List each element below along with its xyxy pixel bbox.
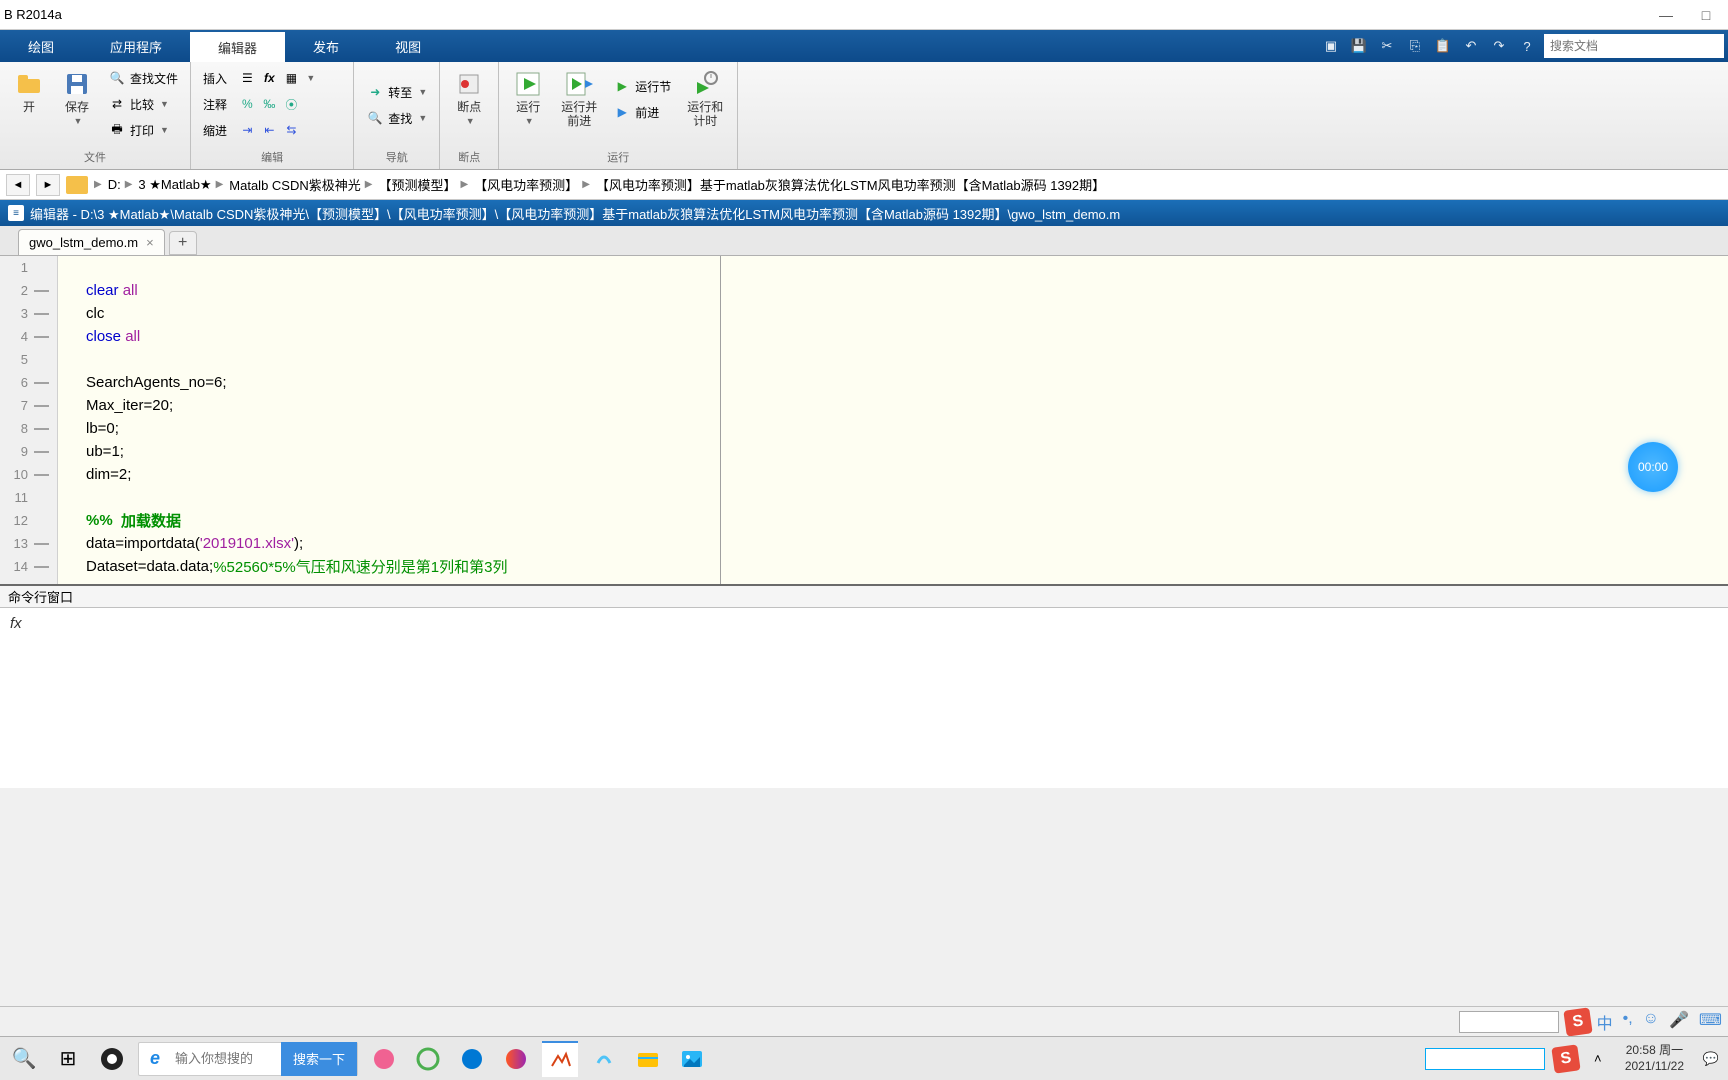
- edge-legacy-icon[interactable]: [410, 1041, 446, 1077]
- obs-icon[interactable]: [94, 1041, 130, 1077]
- group-label-file: 文件: [8, 147, 182, 169]
- notifications-icon[interactable]: 💬: [1700, 1048, 1722, 1070]
- keyboard-icon[interactable]: ⌨: [1699, 1010, 1722, 1034]
- lang-indicator[interactable]: 中: [1597, 1010, 1613, 1034]
- quick-access-toolbar: ▣ 💾 ✂ ⎘ 📋 ↶ ↷ ?: [1320, 30, 1728, 62]
- help-icon[interactable]: ?: [1516, 35, 1538, 57]
- save-icon[interactable]: 💾: [1348, 35, 1370, 57]
- browser-icon[interactable]: [498, 1041, 534, 1077]
- matlab-icon[interactable]: [542, 1041, 578, 1077]
- tab-editor[interactable]: 编辑器: [190, 30, 285, 62]
- file-tabbar: gwo_lstm_demo.m × +: [0, 226, 1728, 256]
- crumb-5[interactable]: 【风电功率预测】基于matlab灰狼算法优化LSTM风电功率预测【含Matlab…: [596, 175, 1105, 194]
- tray-up-icon[interactable]: ˄: [1587, 1048, 1609, 1070]
- app-icon-1[interactable]: [366, 1041, 402, 1077]
- address-bar: ◄ ► ▶ D:▶ 3 ★Matlab★▶ Matalb CSDN紫极神光▶ 【…: [0, 170, 1728, 200]
- timer-badge[interactable]: 00:00: [1628, 442, 1678, 492]
- add-tab-button[interactable]: +: [169, 231, 197, 255]
- emoji-icon[interactable]: ☺: [1643, 1010, 1659, 1034]
- crumb-2[interactable]: Matalb CSDN紫极神光▶: [229, 175, 372, 194]
- open-button[interactable]: 开: [8, 66, 50, 118]
- crumb-3[interactable]: 【预测模型】▶: [378, 175, 468, 194]
- app-icon-2[interactable]: [586, 1041, 622, 1077]
- code-content[interactable]: clear all clc close all SearchAgents_no=…: [58, 256, 1728, 584]
- task-view-icon[interactable]: ⊞: [50, 1041, 86, 1077]
- compare-button[interactable]: ⇄比较▼: [104, 92, 182, 116]
- titlebar: B R2014a — □: [0, 0, 1728, 30]
- command-prompt: fx: [10, 615, 22, 632]
- ie-icon: e: [139, 1048, 171, 1069]
- editor-title-text: 编辑器 - D:\3 ★Matlab★\Matalb CSDN紫极神光\【预测模…: [30, 204, 1120, 223]
- status-field[interactable]: [1459, 1011, 1559, 1033]
- tab-view[interactable]: 视图: [367, 30, 449, 62]
- group-label-run: 运行: [507, 147, 729, 169]
- paste-icon[interactable]: 📋: [1432, 35, 1454, 57]
- status-bar: S 中 •, ☺ 🎤 ⌨: [0, 1006, 1728, 1036]
- run-section-button[interactable]: ▶运行节: [609, 74, 675, 98]
- tray-ime-badge[interactable]: S: [1551, 1044, 1580, 1073]
- search-docs-input[interactable]: [1544, 34, 1724, 58]
- folder-icon: [66, 176, 88, 194]
- file-tab[interactable]: gwo_lstm_demo.m ×: [18, 229, 165, 255]
- ribbon-tabs: 绘图 应用程序 编辑器 发布 视图 ▣ 💾 ✂ ⎘ 📋 ↶ ↷ ?: [0, 30, 1728, 62]
- tray-input[interactable]: [1425, 1048, 1545, 1070]
- insert-button[interactable]: 插入 ☰fx▦▼: [199, 66, 319, 90]
- redo-icon[interactable]: ↷: [1488, 35, 1510, 57]
- find-files-button[interactable]: 🔍查找文件: [104, 66, 182, 90]
- ime-badge[interactable]: S: [1563, 1007, 1592, 1036]
- gutter: 1 2— 3— 4— 5 6— 7— 8— 9— 10— 11 12 13— 1…: [0, 256, 58, 584]
- command-window[interactable]: fx: [0, 608, 1728, 788]
- tab-apps[interactable]: 应用程序: [82, 30, 190, 62]
- run-button[interactable]: 运行▼: [507, 66, 549, 130]
- crumb-1[interactable]: 3 ★Matlab★▶: [138, 177, 223, 193]
- ribbon-body: 开 保存▼ 🔍查找文件 ⇄比较▼ 🖶打印▼ 文件 插入 ☰fx▦▼ 注释 %‰⦿…: [0, 62, 1728, 170]
- tab-plot[interactable]: 绘图: [0, 30, 82, 62]
- forward-button[interactable]: ►: [36, 174, 60, 196]
- taskbar-search[interactable]: e 搜索一下: [138, 1042, 358, 1076]
- copy-icon[interactable]: ⎘: [1404, 35, 1426, 57]
- search-icon[interactable]: 🔍: [6, 1041, 42, 1077]
- tab-publish[interactable]: 发布: [285, 30, 367, 62]
- breakpoints-button[interactable]: 断点▼: [448, 66, 490, 130]
- group-label-nav: 导航: [362, 147, 431, 169]
- taskbar-search-input[interactable]: [171, 1051, 281, 1066]
- explorer-icon[interactable]: [630, 1041, 666, 1077]
- indent-button[interactable]: 缩进 ⇥⇤⇆: [199, 118, 319, 142]
- group-label-bp: 断点: [448, 147, 490, 169]
- group-label-edit: 编辑: [199, 147, 345, 169]
- cut-icon[interactable]: ✂: [1376, 35, 1398, 57]
- undo-icon[interactable]: ↶: [1460, 35, 1482, 57]
- maximize-button[interactable]: □: [1696, 5, 1716, 25]
- edge-icon[interactable]: [454, 1041, 490, 1077]
- taskbar: 🔍 ⊞ e 搜索一下 S ˄ 20:58 周一 2021/11/22 💬: [0, 1036, 1728, 1080]
- goto-button[interactable]: ➜转至▼: [362, 80, 431, 104]
- run-advance-button[interactable]: 运行并 前进: [555, 66, 603, 133]
- back-button[interactable]: ◄: [6, 174, 30, 196]
- editor-title-bar: ≡ 编辑器 - D:\3 ★Matlab★\Matalb CSDN紫极神光\【预…: [0, 200, 1728, 226]
- photos-icon[interactable]: [674, 1041, 710, 1077]
- taskbar-search-button[interactable]: 搜索一下: [281, 1042, 357, 1076]
- close-tab-icon[interactable]: ×: [146, 235, 154, 250]
- run-time-button[interactable]: 运行和 计时: [681, 66, 729, 133]
- code-editor[interactable]: 1 2— 3— 4— 5 6— 7— 8— 9— 10— 11 12 13— 1…: [0, 256, 1728, 586]
- crumb-4[interactable]: 【风电功率预测】▶: [474, 175, 590, 194]
- minimize-button[interactable]: —: [1656, 5, 1676, 25]
- comment-button[interactable]: 注释 %‰⦿: [199, 92, 319, 116]
- command-window-title: 命令行窗口: [0, 586, 1728, 608]
- find-button[interactable]: 🔍查找▼: [362, 106, 431, 130]
- advance-button[interactable]: ▶前进: [609, 100, 675, 124]
- vertical-guide: [720, 256, 721, 584]
- clock[interactable]: 20:58 周一 2021/11/22: [1617, 1043, 1692, 1074]
- save-button[interactable]: 保存▼: [56, 66, 98, 130]
- window-title: B R2014a: [4, 7, 1656, 22]
- crumb-0[interactable]: D:▶: [108, 177, 133, 192]
- qa-icon-1[interactable]: ▣: [1320, 35, 1342, 57]
- punct-icon[interactable]: •,: [1623, 1010, 1633, 1034]
- mic-icon[interactable]: 🎤: [1669, 1010, 1689, 1034]
- editor-icon: ≡: [8, 205, 24, 221]
- print-button[interactable]: 🖶打印▼: [104, 118, 182, 142]
